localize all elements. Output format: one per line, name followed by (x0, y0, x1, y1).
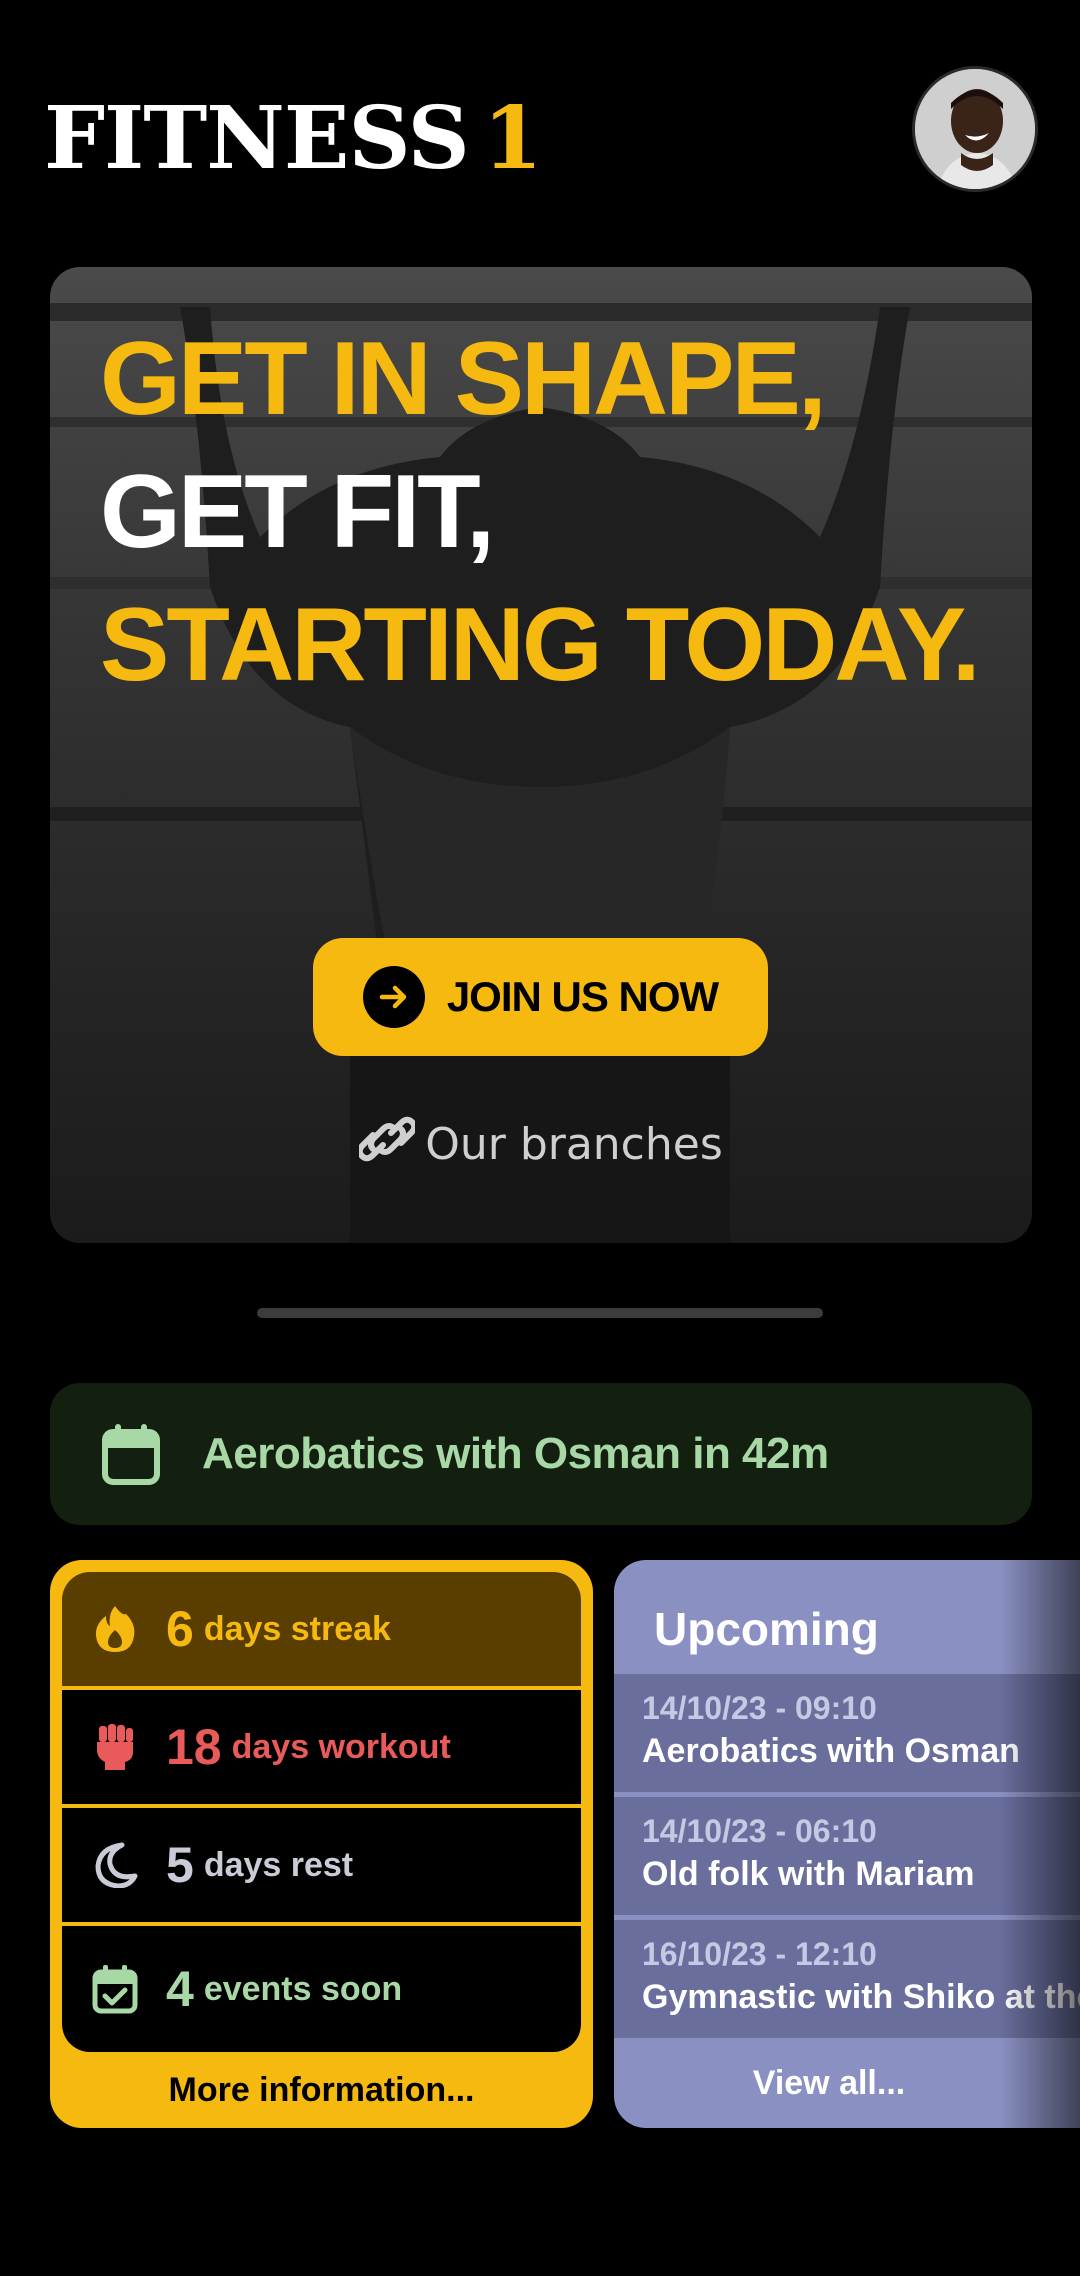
logo-text: FITNESS (44, 88, 470, 189)
scroll-fade (1000, 1560, 1080, 2128)
moon-icon (90, 1840, 140, 1890)
next-event-banner[interactable]: Aerobatics with Osman in 42m (50, 1383, 1032, 1525)
app-logo: FITNESS 1 (44, 88, 543, 189)
hero-headline-3: STARTING TODAY. (100, 587, 981, 703)
upcoming-card: Upcoming 14/10/23 - 09:10 Aerobatics wit… (614, 1560, 1080, 2128)
upcoming-item-name: Old folk with Mariam (642, 1855, 975, 1893)
flame-icon (90, 1604, 140, 1654)
upcoming-item-date: 16/10/23 - 12:10 (642, 1936, 877, 1972)
upcoming-title: Upcoming (654, 1603, 879, 1655)
upcoming-item-date: 14/10/23 - 06:10 (642, 1813, 877, 1849)
logo-number: 1 (482, 88, 543, 189)
view-all-link[interactable]: View all... (614, 2038, 1044, 2128)
link-icon (356, 1115, 418, 1174)
avatar[interactable] (912, 66, 1038, 192)
stats-list: 6 days streak 18 days workout 5 days res… (62, 1572, 581, 2052)
carousel-indicator (257, 1308, 823, 1318)
stat-label: events soon (203, 1969, 403, 2008)
stat-number: 5 (166, 1837, 194, 1893)
stat-row-workout: 18 days workout (62, 1690, 581, 1804)
stat-label: days rest (203, 1845, 354, 1884)
stat-row-events: 4 events soon (62, 1926, 581, 2052)
upcoming-item-name: Aerobatics with Osman (642, 1732, 1020, 1770)
hero-headline-1: GET IN SHAPE, (100, 321, 827, 437)
stat-label: days workout (231, 1727, 451, 1766)
join-us-button[interactable]: JOIN US NOW (313, 938, 768, 1056)
join-us-label: JOIN US NOW (446, 973, 719, 1020)
avatar-image (915, 69, 1035, 189)
next-event-text: Aerobatics with Osman in 42m (202, 1429, 829, 1478)
hero-headline-2: GET FIT, (100, 454, 495, 570)
stat-row-rest: 5 days rest (62, 1808, 581, 1922)
stat-row-streak: 6 days streak (62, 1572, 581, 1686)
app-header: FITNESS 1 (0, 0, 1080, 230)
stats-card: 6 days streak 18 days workout 5 days res… (50, 1560, 593, 2128)
arrow-right-icon (362, 966, 425, 1028)
calendar-icon (102, 1423, 160, 1485)
our-branches-label: Our branches (425, 1119, 723, 1170)
stat-number: 4 (166, 1961, 194, 2017)
more-information-link[interactable]: More information... (50, 2052, 593, 2128)
fist-icon (90, 1722, 140, 1772)
stat-label: days streak (203, 1609, 391, 1648)
stat-number: 18 (166, 1719, 222, 1775)
upcoming-item-date: 14/10/23 - 09:10 (642, 1690, 877, 1726)
calendar-check-icon (90, 1964, 140, 2014)
our-branches-link[interactable]: Our branches (50, 1115, 1032, 1174)
stat-number: 6 (166, 1601, 194, 1657)
hero-banner: GET IN SHAPE, GET FIT, STARTING TODAY. J… (50, 267, 1032, 1243)
